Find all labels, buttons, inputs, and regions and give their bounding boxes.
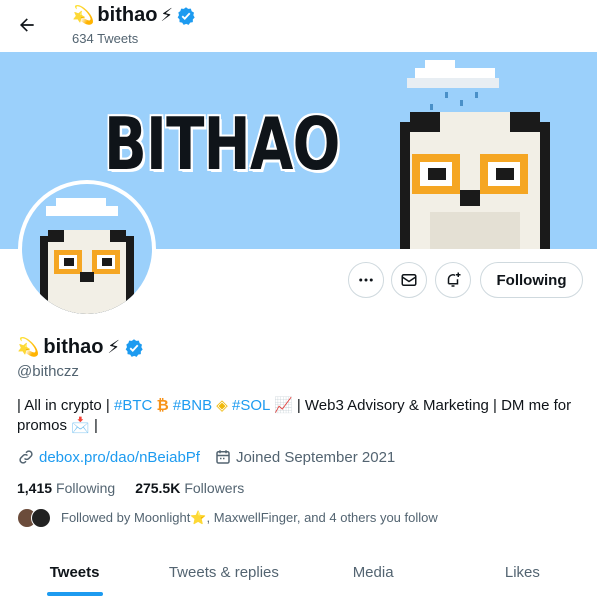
- tab-label: Likes: [504, 564, 540, 581]
- followed-by[interactable]: Followed by Moonlight⭐, MaxwellFinger, a…: [17, 508, 438, 528]
- profile-name: bithao: [43, 336, 104, 358]
- tab-media[interactable]: Media: [299, 548, 448, 596]
- active-tab-indicator: [46, 592, 103, 596]
- bio-text-1: | All in crypto |: [17, 397, 114, 414]
- arrow-left-icon: [20, 18, 34, 32]
- tab-label: Tweets & replies: [168, 564, 279, 581]
- header-name: bithao: [97, 4, 158, 26]
- tab-likes[interactable]: Likes: [448, 548, 597, 596]
- verified-badge-icon: [177, 6, 195, 25]
- more-icon: [359, 278, 373, 282]
- more-button[interactable]: [348, 262, 384, 298]
- header-title: 💫 bithao ⚡: [72, 4, 196, 27]
- message-button[interactable]: [391, 262, 427, 298]
- lightning-icon: ⚡: [107, 337, 121, 357]
- avatar: [31, 508, 51, 528]
- followers-count: 275.5K: [135, 480, 181, 496]
- lightning-icon: ⚡: [160, 5, 174, 25]
- followers-stat[interactable]: 275.5K Followers: [135, 480, 244, 496]
- shooting-star-icon: 💫: [72, 5, 95, 25]
- following-stat[interactable]: 1,415 Following: [17, 480, 115, 496]
- hashtag-btc[interactable]: #BTC: [114, 397, 152, 414]
- following-button[interactable]: Following: [480, 262, 583, 298]
- follow-stats: 1,415 Following 275.5K Followers: [17, 480, 244, 496]
- bell-plus-icon: [447, 272, 461, 287]
- chart-up-icon: 📈: [273, 397, 293, 414]
- owl-illustration: [400, 112, 550, 249]
- inbox-tray-icon: 📩: [71, 417, 90, 434]
- profile-bio: | All in crypto | #BTC ₿ #BNB ◈ #SOL 📈 |…: [17, 396, 577, 436]
- tab-label: Media: [352, 564, 394, 581]
- hashtag-sol[interactable]: #SOL: [232, 397, 270, 414]
- envelope-icon: [401, 274, 417, 286]
- bnb-icon: ◈: [216, 397, 228, 414]
- owl-avatar-icon: [40, 198, 134, 314]
- following-count: 1,415: [17, 480, 53, 496]
- profile-link[interactable]: debox.pro/dao/nBeiabPf: [39, 449, 200, 466]
- calendar-icon: [216, 450, 230, 464]
- profile-tabs: Tweets Tweets & replies Media Likes: [0, 548, 597, 596]
- tab-tweets-replies[interactable]: Tweets & replies: [149, 548, 298, 596]
- bitcoin-icon: ₿: [156, 397, 169, 414]
- avatar-image: [22, 184, 152, 314]
- profile-name-row: 💫 bithao ⚡: [17, 336, 144, 359]
- profile-handle: @bithczz: [17, 363, 79, 380]
- link-icon: [19, 450, 33, 464]
- hashtag-bnb[interactable]: #BNB: [173, 397, 212, 414]
- followers-label: Followers: [184, 480, 245, 496]
- followed-by-text: Followed by Moonlight⭐, MaxwellFinger, a…: [61, 510, 438, 525]
- joined-date: Joined September 2021: [235, 448, 396, 466]
- top-bar: 💫 bithao ⚡ 634 Tweets: [0, 0, 597, 52]
- tweet-count: 634 Tweets: [72, 31, 139, 46]
- verified-badge-icon[interactable]: [124, 338, 144, 358]
- following-label: Following: [56, 480, 116, 496]
- profile-avatar[interactable]: [18, 180, 156, 318]
- tab-label: Tweets: [49, 564, 100, 581]
- follower-avatars: [17, 508, 51, 528]
- tab-tweets[interactable]: Tweets: [0, 548, 149, 596]
- shooting-star-icon: 💫: [17, 337, 40, 357]
- profile-meta: debox.pro/dao/nBeiabPf Joined September …: [17, 448, 395, 466]
- back-button[interactable]: [10, 8, 44, 42]
- notifications-button[interactable]: [435, 262, 471, 298]
- bio-text-3: |: [89, 417, 98, 434]
- banner-text: BITHAO: [104, 102, 340, 186]
